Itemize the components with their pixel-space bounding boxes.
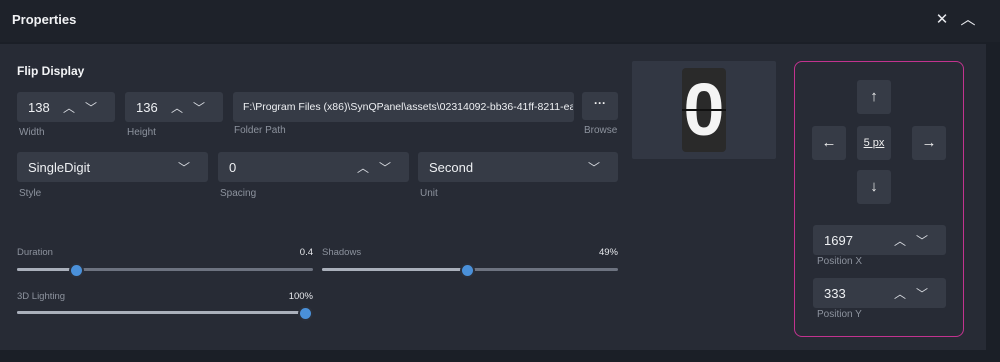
flip-preview: 0 — [632, 61, 776, 159]
folder-path-label: Folder Path — [234, 125, 286, 136]
width-value: 138 — [28, 100, 50, 115]
style-select[interactable]: SingleDigit ﹀ — [17, 152, 208, 182]
slider-fill — [322, 268, 468, 271]
slider-fill — [17, 311, 305, 314]
duration-slider[interactable] — [17, 263, 313, 278]
duration-label: Duration — [17, 247, 53, 258]
move-left-button[interactable]: ← — [812, 126, 846, 160]
style-value: SingleDigit — [28, 160, 91, 175]
unit-value: Second — [429, 160, 474, 175]
slider-thumb[interactable] — [460, 263, 476, 278]
arrow-left-icon: ← — [821, 134, 837, 151]
move-right-button[interactable]: → — [912, 126, 946, 160]
folder-path-input[interactable]: F:\Program Files (x86)\SynQPanel\assets\… — [233, 92, 574, 122]
lighting-value: 100% — [288, 291, 313, 302]
position-y-stepper[interactable]: 333 ︿﹀ — [813, 278, 946, 308]
chevron-down-icon[interactable]: ﹀ — [588, 159, 610, 176]
lighting-slider[interactable] — [17, 306, 313, 321]
arrow-up-icon: ↑ — [870, 88, 878, 105]
section-title: Flip Display — [17, 64, 85, 78]
lighting-label: 3D Lighting — [17, 291, 66, 302]
stepper-arrows-icon[interactable]: ︿﹀ — [894, 285, 938, 302]
move-down-button[interactable]: ↓ — [857, 170, 891, 204]
arrow-down-icon: ↓ — [870, 178, 878, 195]
flip-divider — [682, 109, 726, 111]
shadows-label: Shadows — [322, 247, 362, 258]
slider-fill — [17, 268, 77, 271]
spacing-value: 0 — [229, 160, 237, 175]
width-stepper[interactable]: 138 ︿﹀ — [17, 92, 115, 122]
duration-value: 0.4 — [299, 247, 313, 258]
stepper-arrows-icon[interactable]: ︿﹀ — [357, 159, 401, 176]
height-label: Height — [127, 127, 156, 138]
height-stepper[interactable]: 136 ︿﹀ — [125, 92, 223, 122]
stepper-arrows-icon[interactable]: ︿﹀ — [894, 232, 938, 249]
position-x-stepper[interactable]: 1697 ︿﹀ — [813, 225, 946, 255]
chevron-down-icon[interactable]: ﹀ — [178, 159, 200, 176]
browse-button[interactable]: ··· — [582, 92, 618, 120]
step-size-button[interactable]: 5 px — [857, 126, 891, 160]
position-x-label: Position X — [817, 256, 863, 267]
chevron-up-icon[interactable]: ︿ — [958, 10, 978, 30]
close-icon[interactable]: ✕ — [932, 10, 952, 30]
title-bar: Properties ✕ ︿ — [0, 0, 1000, 42]
slider-thumb[interactable] — [298, 306, 313, 321]
stepper-arrows-icon[interactable]: ︿﹀ — [63, 99, 107, 116]
unit-select[interactable]: Second ﹀ — [418, 152, 618, 182]
position-y-value: 333 — [824, 286, 846, 301]
shadows-value: 49% — [598, 247, 618, 258]
folder-path-value: F:\Program Files (x86)\SynQPanel\assets\… — [243, 101, 573, 113]
position-x-value: 1697 — [824, 233, 853, 248]
stepper-arrows-icon[interactable]: ︿﹀ — [171, 99, 215, 116]
spacing-label: Spacing — [220, 188, 257, 199]
flip-card: 0 — [682, 68, 726, 152]
height-value: 136 — [136, 100, 158, 115]
window-title: Properties — [12, 12, 77, 27]
position-y-label: Position Y — [817, 309, 862, 320]
unit-label: Unit — [420, 188, 438, 199]
browse-label: Browse — [584, 125, 618, 136]
spacing-stepper[interactable]: 0 ︿﹀ — [218, 152, 409, 182]
style-label: Style — [19, 188, 42, 199]
width-label: Width — [19, 127, 45, 138]
move-up-button[interactable]: ↑ — [857, 80, 891, 114]
shadows-slider[interactable] — [322, 263, 618, 278]
arrow-right-icon: → — [921, 134, 937, 151]
